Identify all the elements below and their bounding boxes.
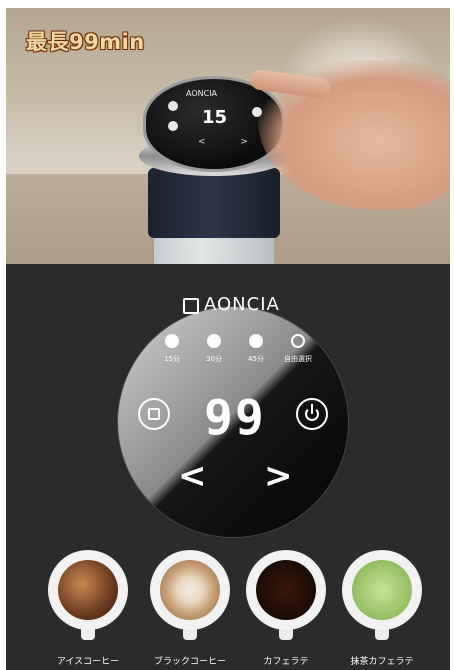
power-button[interactable] xyxy=(296,398,328,430)
drink-examples: アイスコーヒー ブラックコーヒー カフェラテ 抹茶カフェラテ xyxy=(6,544,450,670)
bean-icon xyxy=(165,334,179,348)
mode-label: 30分 xyxy=(206,355,222,363)
mode-selector: 15分 30分 45分 自由選択 xyxy=(146,334,316,374)
drink-label: ブラックコーヒー xyxy=(153,657,226,667)
mode-30[interactable]: 30分 xyxy=(194,334,234,364)
drink-label: カフェラテ xyxy=(263,657,309,667)
brew-button[interactable] xyxy=(138,398,170,430)
brand-logo-icon xyxy=(183,298,199,314)
promo-title: 最長99min xyxy=(26,30,145,54)
drink-matcha-latte: 抹茶カフェラテ xyxy=(342,550,422,667)
cup-drink xyxy=(352,560,412,620)
bean-icon xyxy=(249,334,263,348)
drink-cafe-latte: カフェラテ xyxy=(246,550,326,667)
cup-saucer xyxy=(48,550,128,630)
cap-nav-arrows: < > xyxy=(198,137,264,147)
increase-arrow-button[interactable]: > xyxy=(264,456,293,496)
cup-saucer xyxy=(246,550,326,630)
mode-15[interactable]: 15分 xyxy=(152,334,192,364)
cup-drink xyxy=(58,560,118,620)
timer-display: 99 xyxy=(204,390,266,446)
decrease-arrow-button[interactable]: < xyxy=(178,456,207,496)
brew-icon xyxy=(148,408,160,420)
product-photo: AONCIA 15 < > 最長99min xyxy=(6,8,450,264)
control-panel: AONCIA 15分 30分 45分 自由選択 99 < > xyxy=(6,264,450,544)
brand-logo: AONCIA xyxy=(204,294,280,315)
power-icon-bar xyxy=(311,404,313,414)
bottle-sleeve xyxy=(148,168,280,238)
cap-display-digits: 15 xyxy=(202,107,228,128)
mode-45[interactable]: 45分 xyxy=(236,334,276,364)
mode-custom[interactable]: 自由選択 xyxy=(278,334,318,364)
cup-saucer xyxy=(342,550,422,630)
cap-mode-icon xyxy=(168,101,178,111)
clock-icon xyxy=(291,334,305,348)
bean-icon xyxy=(207,334,221,348)
mode-label: 自由選択 xyxy=(284,355,312,363)
drink-iced-coffee: アイスコーヒー xyxy=(48,550,128,667)
cup-drink xyxy=(160,560,220,620)
cup-saucer xyxy=(150,550,230,630)
drink-black-coffee: ブラックコーヒー xyxy=(150,550,230,667)
cap-left-button-icon xyxy=(168,121,178,131)
mode-label: 15分 xyxy=(164,355,180,363)
cap-brand: AONCIA xyxy=(186,89,218,98)
mode-label: 45分 xyxy=(248,355,264,363)
cup-drink xyxy=(256,560,316,620)
drink-label: アイスコーヒー xyxy=(56,657,120,667)
drink-label: 抹茶カフェラテ xyxy=(350,657,414,667)
